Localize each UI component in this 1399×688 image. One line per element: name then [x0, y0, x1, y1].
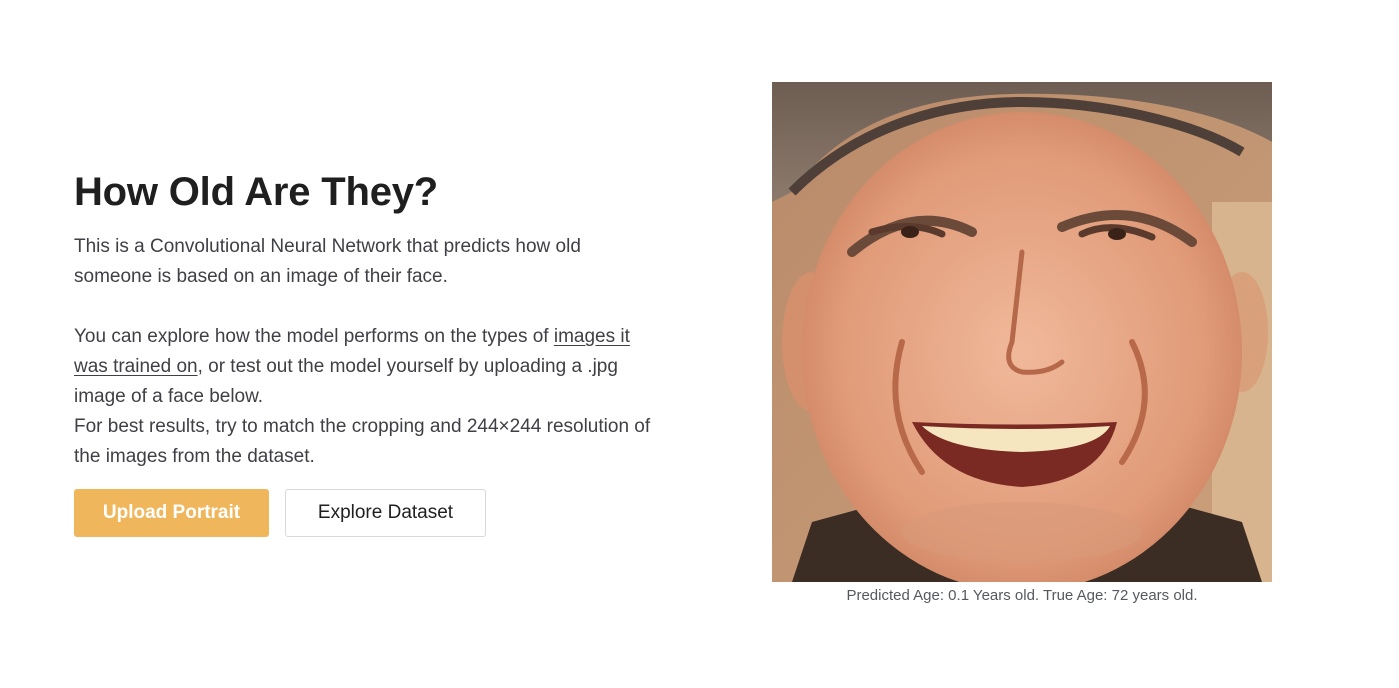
- explore-dataset-button[interactable]: Explore Dataset: [285, 489, 486, 537]
- instructions-paragraph: You can explore how the model performs o…: [74, 322, 664, 472]
- description-paragraph: This is a Convolutional Neural Network t…: [74, 236, 581, 287]
- left-pupil: [901, 226, 919, 238]
- page-title: How Old Are They?: [74, 170, 439, 214]
- intro-section: How Old Are They? This is a Convolutiona…: [74, 168, 674, 537]
- page: How Old Are They? This is a Convolutiona…: [0, 0, 1399, 688]
- instructions-text-prefix: You can explore how the model performs o…: [74, 326, 554, 347]
- tip-text: For best results, try to match the cropp…: [74, 416, 651, 467]
- upload-portrait-button[interactable]: Upload Portrait: [74, 489, 269, 537]
- action-buttons: Upload Portrait Explore Dataset: [74, 489, 674, 537]
- chin: [902, 502, 1142, 562]
- right-pupil: [1108, 228, 1126, 240]
- prediction-caption: Predicted Age: 0.1 Years old. True Age: …: [846, 587, 1198, 604]
- portrait-image: [772, 82, 1272, 582]
- result-section: Predicted Age: 0.1 Years old. True Age: …: [772, 82, 1272, 606]
